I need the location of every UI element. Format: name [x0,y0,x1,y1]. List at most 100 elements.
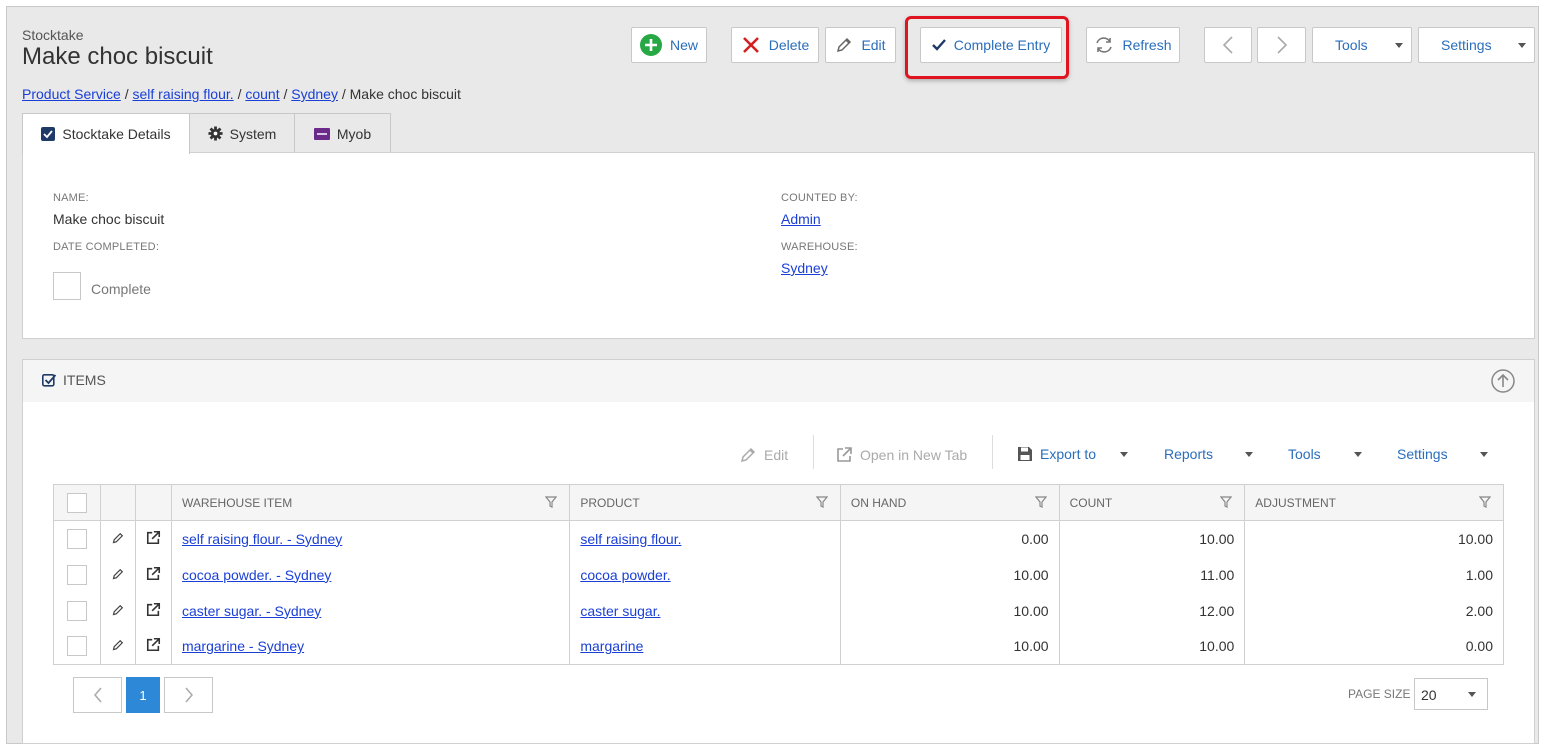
external-link-icon[interactable] [146,566,161,581]
product-link[interactable]: margarine [580,638,643,654]
items-table: WAREHOUSE ITEM PRODUCT ON HAND COUNT ADJ… [53,484,1504,665]
column-header-product[interactable]: PRODUCT [569,484,841,521]
edit-button[interactable]: Edit [825,27,896,63]
delete-button[interactable]: Delete [731,27,819,63]
page-button-current[interactable]: 1 [126,677,160,713]
caret-down-icon [1245,452,1253,457]
previous-page-button[interactable] [73,677,122,713]
breadcrumb: Product Service / self raising flour. / … [22,86,461,102]
chevron-left-icon [1222,36,1233,54]
breadcrumb-link[interactable]: Sydney [291,86,338,102]
warehouse-link[interactable]: Sydney [781,260,828,276]
filter-icon[interactable] [1479,496,1491,508]
breadcrumb-link[interactable]: count [245,86,279,102]
column-header-adjustment[interactable]: ADJUSTMENT [1244,484,1504,521]
table-row[interactable]: self raising flour. - Sydney self raisin… [53,520,1504,557]
chevron-right-icon [1276,36,1287,54]
new-button[interactable]: New [631,27,707,63]
plus-circle-icon [639,34,662,56]
complete-checkbox[interactable] [53,272,81,300]
table-row[interactable]: cocoa powder. - Sydney cocoa powder. 10.… [53,556,1504,593]
gear-icon [208,126,223,141]
column-header-warehouse-item[interactable]: WAREHOUSE ITEM [170,484,571,521]
highlight-annotation [905,16,1069,79]
complete-checkbox-label: Complete [91,281,151,297]
select-all-checkbox[interactable] [66,492,87,513]
product-link[interactable]: cocoa powder. [580,567,670,583]
tab-stocktake-details[interactable]: Stocktake Details [22,113,190,154]
next-page-button[interactable] [164,677,213,713]
tab-label: Myob [336,125,372,142]
tab-myob[interactable]: Myob [294,113,391,153]
pencil-icon[interactable] [112,568,124,580]
collapse-up-icon[interactable] [1491,369,1515,393]
grid-settings-dropdown[interactable]: Settings [1397,446,1448,462]
section-label: Stocktake [22,27,84,43]
tab-label: System [229,125,277,142]
table-row[interactable]: margarine - Sydney margarine 10.00 10.00… [53,628,1504,665]
grid-edit-button[interactable]: Edit [739,446,788,464]
tab-label: Stocktake Details [62,126,171,142]
adjustment-cell: 2.00 [1244,592,1504,629]
count-cell: 10.00 [1058,520,1246,557]
count-cell: 11.00 [1058,556,1246,593]
refresh-button[interactable]: Refresh [1086,27,1180,63]
table-row[interactable]: caster sugar. - Sydney caster sugar. 10.… [53,592,1504,629]
pencil-icon[interactable] [112,639,124,651]
warehouse-item-link[interactable]: cocoa powder. - Sydney [182,567,331,583]
warehouse-item-link[interactable]: margarine - Sydney [182,638,304,654]
pencil-icon[interactable] [112,604,124,616]
adjustment-cell: 0.00 [1244,628,1504,665]
column-header-on-hand[interactable]: ON HAND [839,484,1060,521]
on-hand-cell: 10.00 [839,556,1060,593]
row-checkbox[interactable] [66,564,87,585]
page-size-value: 20 [1421,687,1437,703]
warehouse-item-link[interactable]: self raising flour. - Sydney [182,531,342,547]
external-link-icon[interactable] [146,637,161,652]
breadcrumb-link[interactable]: Product Service [22,86,121,102]
chevron-left-icon [93,687,102,703]
settings-dropdown[interactable]: Settings [1418,27,1535,63]
external-link-icon[interactable] [146,530,161,545]
grid-tools-dropdown[interactable]: Tools [1288,446,1321,462]
filter-icon[interactable] [1034,496,1047,508]
pencil-icon[interactable] [112,532,124,544]
product-link[interactable]: caster sugar. [580,603,660,619]
export-to-dropdown[interactable]: Export to [1017,446,1096,462]
filter-icon[interactable] [545,496,558,508]
external-link-icon[interactable] [146,602,161,617]
tools-dropdown[interactable]: Tools [1312,27,1412,63]
page-size-select[interactable]: 20 [1414,678,1488,710]
caret-down-icon [1395,43,1403,48]
caret-down-icon [1480,452,1488,457]
row-checkbox[interactable] [66,636,87,657]
row-checkbox[interactable] [66,528,87,549]
tab-system[interactable]: System [189,113,295,153]
previous-record-button[interactable] [1204,27,1252,63]
counted-by-link[interactable]: Admin [781,211,821,227]
product-link[interactable]: self raising flour. [580,531,681,547]
reports-label: Reports [1164,446,1214,462]
grid-tools-label: Tools [1288,446,1321,462]
filter-icon[interactable] [1220,496,1233,508]
date-completed-label: DATE COMPLETED: [53,241,160,253]
name-value: Make choc biscuit [53,211,165,227]
column-header-count[interactable]: COUNT [1058,484,1246,521]
adjustment-cell: 10.00 [1244,520,1504,557]
toolbar-divider [813,435,814,469]
page-title: Make choc biscuit [22,43,213,70]
next-record-button[interactable] [1257,27,1306,63]
warehouse-label: WAREHOUSE: [781,241,858,253]
refresh-button-label: Refresh [1122,37,1172,53]
open-new-tab-button[interactable]: Open in New Tab [836,446,967,463]
breadcrumb-link[interactable]: self raising flour. [133,86,234,102]
row-checkbox[interactable] [66,600,87,621]
table-header-row: WAREHOUSE ITEM PRODUCT ON HAND COUNT ADJ… [53,484,1504,521]
filter-icon[interactable] [815,496,828,508]
reports-dropdown[interactable]: Reports [1164,446,1213,462]
close-icon [742,37,759,53]
counted-by-label: COUNTED BY: [781,192,858,204]
pencil-icon [740,447,756,463]
checkbox-icon [42,373,57,387]
warehouse-item-link[interactable]: caster sugar. - Sydney [182,603,321,619]
